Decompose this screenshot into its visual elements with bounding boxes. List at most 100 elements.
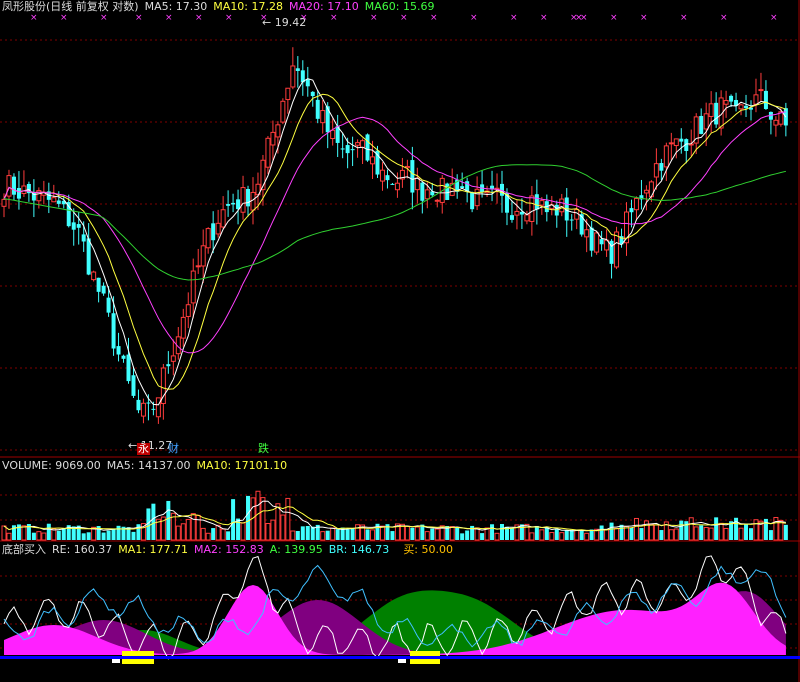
volume-bar-down [465,530,470,540]
volume-bar-up [379,525,385,541]
volume-bar-up [355,524,361,541]
volume-bar-down [480,533,485,540]
signal-marker: × [580,13,588,23]
candle-body-up [360,140,366,148]
indicator-header: 底部买入 RE: 160.37 MA1: 177.71 MA2: 152.83 A: 1… [2,543,459,556]
stock-chart-window: × × × × × × × × × × × × × × × × × × × × × × × × 凤形股份(日线 前复权 对数)… [0,0,800,682]
signal-marker: × [225,13,233,23]
volume-bar-up [434,528,440,541]
buy-signal-start [398,659,406,663]
volume-bar-down [509,528,514,540]
volume-bar-up [285,497,291,541]
volume-bar-up [175,525,181,541]
candle-body-down [231,202,236,205]
volume-bar-down [106,530,111,540]
volume-bar-up [270,519,276,541]
volume-bar-up [723,527,729,541]
candle-body-up [355,142,361,146]
candle-body-up [285,87,291,101]
candle-body-down [340,148,345,150]
ma20-readout: MA20: 17.10 [289,0,359,13]
candle-body-down [86,238,91,275]
candle-body-up [394,182,400,191]
br-readout: BR: 146.73 [328,543,390,556]
volume-bar-down [500,524,504,540]
volume-bar-down [350,527,355,540]
candle-body-up [275,124,281,138]
candle-body-up [738,104,744,110]
volume-bar-down [365,529,370,540]
candle-body-down [460,186,465,189]
candle-body-up [320,110,326,124]
candle-body-up [663,145,669,168]
buy-signal-start [112,659,120,663]
event-marker-2[interactable]: 财 [168,443,179,455]
volume-bar-down [335,529,340,540]
signal-marker: × [680,13,688,23]
main-chart-header: 凤形股份(日线 前复权 对数) MA5: 17.30 MA10: 17.28 MA20… [2,0,440,13]
candle-body-down [126,354,131,382]
candle-body-up [180,316,186,339]
volume-bar-up [21,525,27,541]
candle-body-up [584,229,590,238]
low-price-label: ← 11.27 [128,439,173,452]
event-marker-3[interactable]: 跌 [258,443,269,455]
candle-body-up [773,119,779,126]
candle-body-down [589,227,594,251]
volume-bar-up [190,513,196,541]
volume-bar-up [718,522,724,541]
volume-bar-down [300,526,305,540]
high-price-label: ← 19.42 [262,16,307,29]
candle-body-up [703,113,709,130]
volume-bar-up [6,532,12,541]
candle-body-down [310,91,315,97]
candle-body-down [16,188,21,199]
candle-body-up [205,228,211,249]
candle-body-up [6,175,12,197]
candle-body-up [379,169,385,182]
candle-body-down [729,95,734,102]
ma1-readout: MA1: 177.71 [118,543,189,556]
volume-bar-up [494,532,500,541]
volume-bar-down [659,530,664,540]
candle-body-up [1,198,7,207]
volume-bar-down [295,530,300,540]
volume-bar-down [246,495,251,540]
ma60-line [3,164,787,281]
candle-body-down [629,208,634,213]
candle-body-up [155,397,161,418]
volume-bar-up [265,523,271,541]
candle-body-down [96,277,101,292]
buy-signal-bar [122,659,154,664]
volume-bar-down [166,500,171,540]
candle-body-up [474,188,480,207]
candle-body-down [236,199,241,210]
candle-body-up [250,191,256,211]
buy-signal-bar [410,651,440,656]
volume-bar-down [609,522,614,540]
volume-bar-up [673,528,679,541]
candle-body-down [101,285,106,294]
volume-bar-up [185,518,191,541]
event-marker-1[interactable]: 永 [137,443,150,455]
signal-marker: × [510,13,518,23]
volume-bar-down [231,499,236,540]
volume-bar-down [679,520,684,540]
volume-bar-down [345,529,350,540]
candle-body-down [136,399,141,411]
candle-body-up [633,197,639,211]
candle-body-down [365,134,370,161]
signal-marker: × [100,13,108,23]
volume-bar-up [36,531,42,541]
volume-bar-up [260,497,266,541]
candle-body-up [280,100,286,123]
volume-ma10-readout: MA10: 17101.10 [196,459,288,472]
volume-bar-up [584,532,590,541]
candle-body-down [509,215,514,220]
a-readout: A: 139.95 [269,543,323,556]
volume-bar-down [226,531,231,540]
volume-bar-up [370,529,376,541]
volume-bar-up [668,529,674,541]
candle-body-down [166,364,171,367]
volume-bar-up [624,525,629,541]
